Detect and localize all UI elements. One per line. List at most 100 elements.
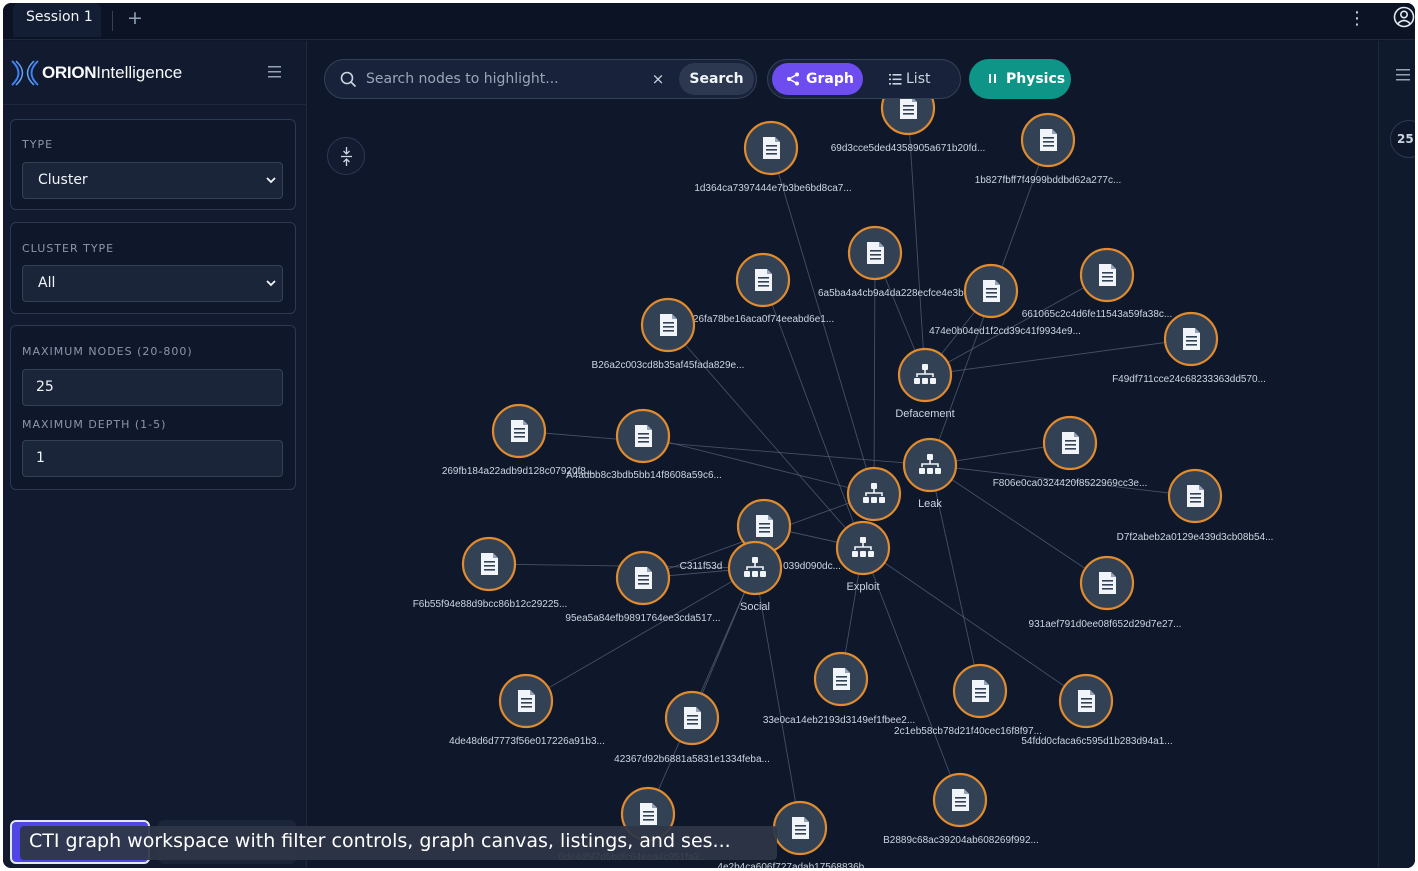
brand-suffix: Intelligence	[96, 63, 183, 82]
details-menu-icon[interactable]	[1396, 69, 1412, 81]
document-node[interactable]: B2889c68ac39204ab608269f992...	[883, 772, 1039, 846]
document-icon	[684, 707, 701, 729]
cluster-node[interactable]: Social	[727, 540, 783, 613]
document-node[interactable]: 661065c2c4d6fe11543a59fa38c...	[1022, 247, 1173, 320]
node-count-badge: 25	[1390, 120, 1415, 158]
brand-logo: ORION Intelligence	[10, 57, 182, 89]
document-icon	[511, 420, 528, 442]
document-node[interactable]: B26a2c003cd8b35af45fada829e...	[592, 297, 745, 371]
max-nodes-input[interactable]: 25	[22, 369, 283, 406]
app-frame: Session 1 + ⋮ ORION Intelligence TYPE Cl…	[3, 3, 1415, 868]
cluster-node[interactable]: Leak	[902, 437, 958, 510]
chevron-down-icon	[266, 280, 276, 287]
document-node[interactable]: 33e0ca14eb2193d3149ef1fbee2...	[763, 651, 915, 726]
node-circle	[902, 437, 958, 493]
document-node-label: 931aef791d0ee08f652d29d7e27...	[1029, 619, 1182, 630]
list-view-button[interactable]: List	[871, 63, 956, 95]
share-nodes-icon	[787, 72, 799, 86]
document-icon	[763, 137, 780, 159]
document-node[interactable]: F49df711cce24c68233363dd570...	[1112, 311, 1266, 385]
node-circle	[897, 347, 953, 403]
document-node[interactable]: 269fb184a22adb9d128c07920f8...	[442, 403, 594, 477]
document-icon	[635, 567, 652, 589]
cluster-type-label: CLUSTER TYPE	[22, 242, 115, 255]
orion-logo-icon	[11, 60, 39, 86]
document-node-label: 039d090dc...	[783, 561, 841, 572]
document-node[interactable]: 42367d92b6881a5831e1334feba...	[614, 690, 770, 765]
view-toggle: Graph List	[767, 59, 961, 99]
document-node-label: 54fdd0cfaca6c595d1b283d94a1...	[1021, 736, 1172, 747]
cluster-node[interactable]	[846, 466, 902, 522]
clear-search-button[interactable]: ×	[639, 63, 677, 95]
document-node[interactable]: 1b827fbff7f4999bddbd62a277c...	[975, 112, 1122, 186]
node-search-bar: × Search	[324, 59, 757, 99]
type-select[interactable]: Cluster	[22, 162, 283, 199]
document-icon	[518, 690, 535, 712]
document-node[interactable]: 2c1eb58cb78d21f40cec16f8f97...	[894, 663, 1042, 737]
document-node[interactable]: 6a5ba4a4cb9a4da228ecfce4e3b...	[818, 225, 972, 299]
brand-name: ORION	[42, 63, 97, 82]
cluster-node-label: Leak	[918, 498, 942, 510]
max-depth-input[interactable]: 1	[22, 440, 283, 477]
document-icon	[1062, 432, 1079, 454]
document-node-label: B2889c68ac39204ab608269f992...	[883, 835, 1039, 846]
graph-view-button[interactable]: Graph	[772, 63, 863, 95]
pause-icon	[989, 74, 996, 83]
physics-toggle-button[interactable]: Physics	[969, 59, 1071, 99]
screenshot-caption: CTI graph workspace with filter controls…	[20, 826, 777, 860]
node-search-input[interactable]	[366, 60, 636, 98]
limits-filter-panel: MAXIMUM NODES (20-800) 25 MAXIMUM DEPTH …	[10, 325, 296, 490]
user-account-icon[interactable]	[1393, 6, 1415, 28]
type-filter-panel: TYPE Cluster	[10, 119, 296, 210]
filter-sidebar: ORION Intelligence TYPE Cluster CLUSTER …	[3, 41, 307, 868]
tab-session-1[interactable]: Session 1	[13, 3, 101, 37]
cluster-type-select[interactable]: All	[22, 265, 283, 302]
graph-canvas[interactable]: 69d3cce5ded4358905a671b20fd... 1d364ca739…	[308, 41, 1377, 868]
document-node[interactable]: 474e0b04ed1f2cd39c41f9934e9...	[929, 263, 1081, 337]
document-node-label: F6b55f94e88d9bcc86b12c29225...	[413, 599, 568, 610]
add-tab-icon[interactable]: +	[127, 7, 143, 29]
document-node[interactable]: 931aef791d0ee08f652d29d7e27...	[1029, 555, 1182, 630]
document-node-label: B26a2c003cd8b35af45fada829e...	[592, 360, 745, 371]
document-node[interactable]: 54fdd0cfaca6c595d1b283d94a1...	[1021, 673, 1173, 747]
node-circle	[835, 520, 891, 576]
document-icon	[481, 553, 498, 575]
tab-separator	[112, 11, 113, 31]
document-node[interactable]: F806e0ca0324420f8522969cc3e...	[993, 415, 1148, 489]
document-node-label: F806e0ca0324420f8522969cc3e...	[993, 478, 1148, 489]
document-node-label: 2726fa78be16aca0f74eeabd6e1...	[682, 314, 834, 325]
document-node[interactable]: 039d090dc...	[783, 561, 841, 572]
cluster-node[interactable]: Defacement	[895, 347, 955, 420]
more-options-icon[interactable]: ⋮	[1348, 8, 1366, 29]
document-icon	[660, 314, 677, 336]
sidebar-divider	[3, 104, 307, 105]
document-icon	[952, 789, 969, 811]
sidebar-menu-icon[interactable]	[267, 65, 283, 79]
graph-network[interactable]: 69d3cce5ded4358905a671b20fd... 1d364ca739…	[308, 41, 1377, 868]
document-node[interactable]: 1d364ca7397444e7b3be6bd8ca7...	[694, 120, 852, 194]
document-node-label: 4de48d6d7773f56e017226a91b3...	[449, 736, 605, 747]
document-icon	[867, 242, 884, 264]
document-icon	[1099, 264, 1116, 286]
document-node-label: 6a5ba4a4cb9a4da228ecfce4e3b...	[818, 288, 972, 299]
list-view-label: List	[906, 71, 931, 87]
document-node-label: C311f53d	[680, 561, 723, 572]
cluster-node[interactable]: Exploit	[835, 520, 891, 593]
document-node-label: D7f2abeb2a0129e439d3cb08b54...	[1117, 532, 1274, 543]
graph-view-label: Graph	[806, 71, 854, 87]
document-node[interactable]: 2726fa78be16aca0f74eeabd6e1...	[682, 252, 834, 325]
document-node[interactable]: 4de48d6d7773f56e017226a91b3...	[449, 673, 605, 747]
document-icon	[833, 668, 850, 690]
type-select-value: Cluster	[38, 172, 88, 188]
fit-view-button[interactable]	[327, 137, 365, 175]
type-label: TYPE	[22, 138, 54, 151]
document-icon	[1078, 690, 1095, 712]
collapse-vertical-icon	[341, 147, 352, 166]
document-node[interactable]: F6b55f94e88d9bcc86b12c29225...	[413, 536, 568, 610]
max-depth-label: MAXIMUM DEPTH (1-5)	[22, 418, 167, 431]
document-node-label: 4e2b4ca606f727adab17568836b...	[717, 862, 872, 868]
max-nodes-label: MAXIMUM NODES (20-800)	[22, 345, 193, 358]
document-node-label: 69d3cce5ded4358905a671b20fd...	[831, 143, 986, 154]
search-button[interactable]: Search	[679, 63, 754, 95]
document-node-label: 2c1eb58cb78d21f40cec16f8f97...	[894, 726, 1042, 737]
